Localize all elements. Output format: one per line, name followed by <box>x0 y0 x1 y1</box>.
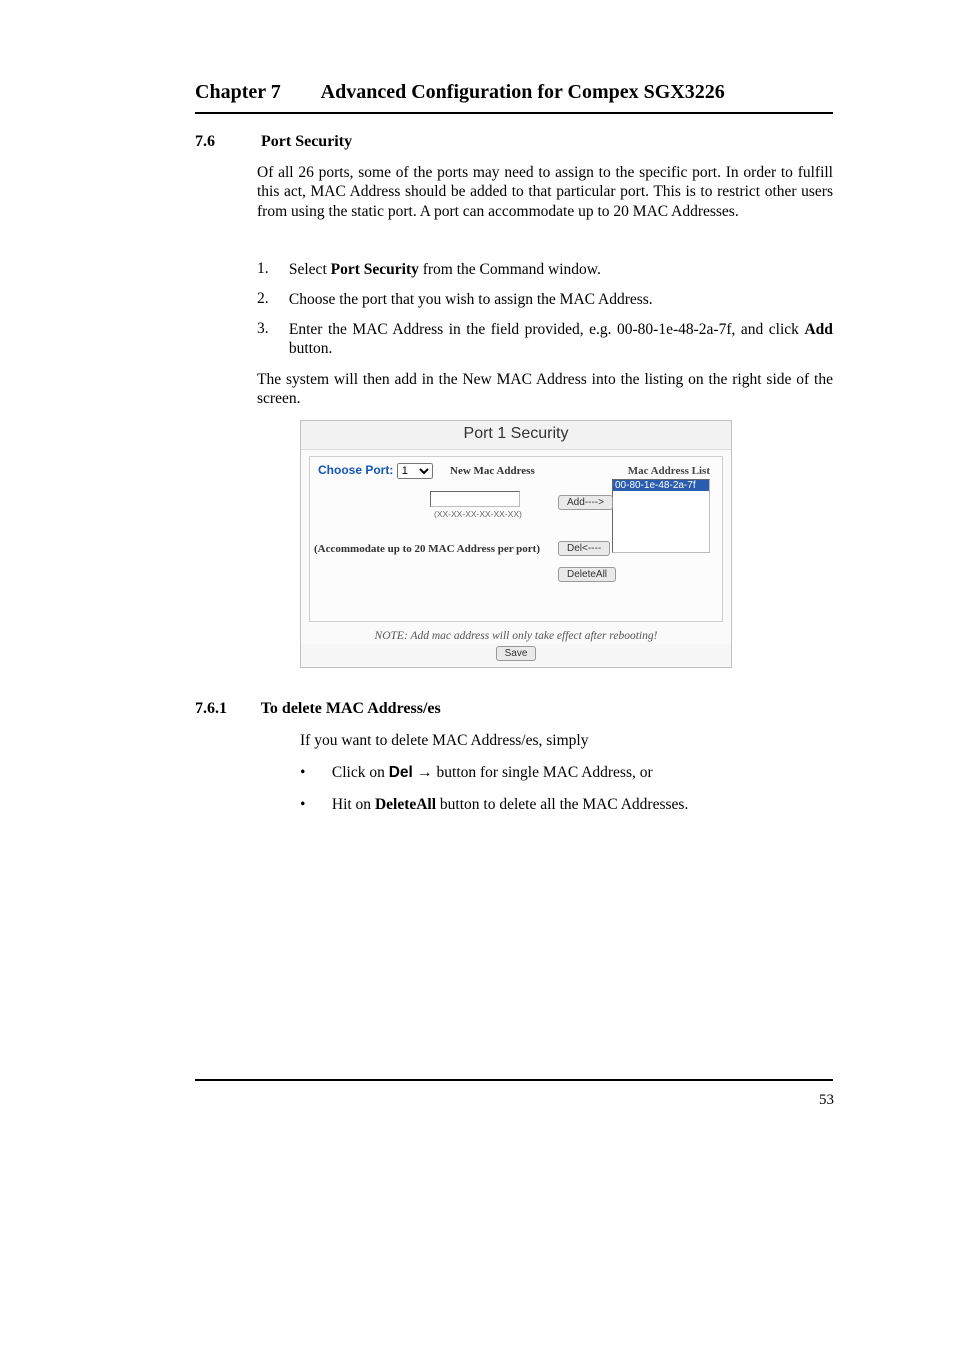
mac-format-hint: (XX-XX-XX-XX-XX-XX) <box>434 509 522 519</box>
section-number: 7.6 <box>195 133 257 151</box>
mac-address-list-item[interactable]: 00-80-1e-48-2a-7f <box>613 480 709 491</box>
delete-all-button[interactable]: DeleteAll <box>558 567 616 582</box>
bullet-1-marker: • <box>300 764 328 782</box>
add-button[interactable]: Add----> <box>558 495 613 510</box>
step-2: 2. Choose the port that you wish to assi… <box>257 290 833 309</box>
port-security-screenshot: Port 1 Security Choose Port: 1 New Mac A… <box>300 420 732 668</box>
paragraph-intro: Of all 26 ports, some of the ports may n… <box>257 163 833 221</box>
bullet-1: • Click on Del → button for single MAC A… <box>300 764 834 782</box>
section-title: Port Security <box>261 133 352 150</box>
section-heading: 7.6 Port Security <box>195 133 833 151</box>
bullet-2: • Hit on DeleteAll button to delete all … <box>300 796 834 814</box>
chapter-heading: Chapter 7 Advanced Configuration for Com… <box>195 81 833 104</box>
step-1-pre: Select <box>289 261 331 278</box>
mac-address-list-label: Mac Address List <box>628 465 710 477</box>
step-1: 1. Select Port Security from the Command… <box>257 260 833 279</box>
new-mac-input[interactable] <box>430 491 520 507</box>
subsection-title: To delete MAC Address/es <box>261 700 441 717</box>
footer-rule <box>195 1079 833 1081</box>
step-2-text: Choose the port that you wish to assign … <box>289 290 833 309</box>
subsection-heading: 7.6.1 To delete MAC Address/es <box>195 700 833 718</box>
choose-port-label: Choose Port: 1 <box>318 463 433 477</box>
del-button[interactable]: Del<---- <box>558 541 610 556</box>
bullet-1-pre: Click on <box>332 764 389 781</box>
chapter-title-text: Advanced Configuration for Compex SGX322… <box>321 81 725 103</box>
step-3-pre: Enter the MAC Address in the field provi… <box>289 321 805 338</box>
step-2-num: 2. <box>257 290 285 308</box>
step-1-num: 1. <box>257 260 285 278</box>
accommodate-note: (Accommodate up to 20 MAC Address per po… <box>314 543 540 555</box>
save-button[interactable]: Save <box>496 646 537 661</box>
page-number: 53 <box>819 1092 834 1109</box>
paragraph-result: The system will then add in the New MAC … <box>257 370 833 409</box>
screenshot-note: NOTE: Add mac address will only take eff… <box>301 626 731 644</box>
step-3-num: 3. <box>257 320 285 338</box>
step-1-post: from the Command window. <box>419 261 601 278</box>
step-3-bold: Add <box>804 321 832 338</box>
bullet-2-pre: Hit on <box>332 796 375 813</box>
step-3-post: button. <box>289 340 333 357</box>
choose-port-select[interactable]: 1 <box>397 463 433 479</box>
mac-address-list[interactable]: 00-80-1e-48-2a-7f <box>612 479 710 553</box>
step-1-bold: Port Security <box>331 261 419 278</box>
subsection-number: 7.6.1 <box>195 700 257 718</box>
bullet-1-post: button for single MAC Address, or <box>433 764 653 781</box>
screenshot-title: Port 1 Security <box>301 421 731 450</box>
paragraph-delete-intro: If you want to delete MAC Address/es, si… <box>300 732 834 750</box>
header-rule <box>195 112 833 114</box>
new-mac-address-label: New Mac Address <box>450 465 535 477</box>
step-3: 3. Enter the MAC Address in the field pr… <box>257 320 833 359</box>
bullet-2-marker: • <box>300 796 328 814</box>
bullet-2-post: button to delete all the MAC Addresses. <box>436 796 688 813</box>
chapter-number: Chapter 7 <box>195 81 281 103</box>
bullet-2-bold: DeleteAll <box>375 796 436 813</box>
bullet-1-bold: Del → <box>389 764 433 781</box>
